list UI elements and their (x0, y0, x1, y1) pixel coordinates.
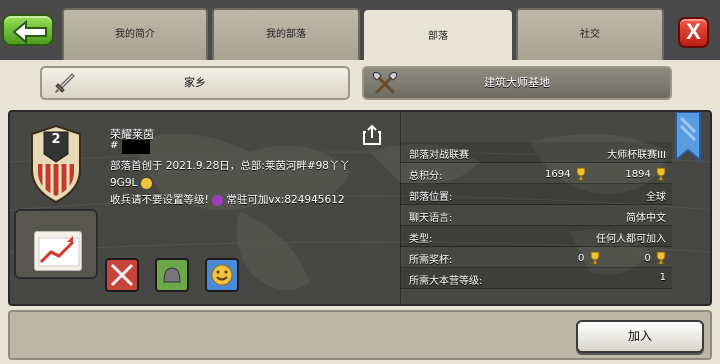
clan-description: 部落首创于 2021.9.28日，总部:莱茵河畔#98丫丫 9G9L 收兵请不要… (110, 158, 350, 209)
stat-label: 所需奖杯: (409, 255, 453, 266)
back-arrow-icon (12, 20, 47, 44)
description-line-2: 9G9L (110, 177, 138, 189)
description-line-3a: 收兵请不要设置等级! (110, 194, 209, 206)
stat-label: 总积分: (409, 171, 443, 182)
war-label-icon[interactable] (105, 258, 139, 292)
stat-label: 部落位置: (409, 192, 453, 203)
smile-emoji-icon (140, 177, 152, 189)
join-button[interactable]: 加入 (576, 320, 704, 353)
points-builder-value: 1894 (625, 169, 651, 180)
points-home: 1694 (545, 167, 588, 181)
stat-row-required-townhall: 所需大本营等级: 1 (400, 268, 672, 289)
required-trophies-builder-value: 0 (644, 253, 651, 264)
progress-graph-button[interactable] (34, 231, 82, 271)
stat-value: 简体中文 (626, 213, 666, 224)
stat-label: 聊天语言: (409, 213, 453, 224)
stat-row-location: 部落位置: 全球 (400, 184, 672, 205)
clan-tag-redaction (122, 140, 150, 154)
top-tab-bar: 我的简介 我的部落 部落 社交 X (0, 0, 720, 62)
stat-value: 全球 (646, 192, 666, 203)
stat-row-points: 总积分: 1694 1894 (400, 163, 672, 184)
required-trophies-builder: 0 (644, 251, 668, 265)
progress-graph-icon (38, 236, 80, 267)
devil-emoji-icon (212, 194, 224, 206)
stat-label: 类型: (409, 234, 433, 245)
trophy-icon (590, 251, 600, 265)
helmet-icon (163, 267, 181, 283)
description-line-3b: 常驻可加vx:824945612 (226, 194, 345, 206)
tab-social[interactable]: 社交 (516, 8, 664, 60)
points-home-value: 1694 (545, 169, 571, 180)
stat-value: 任何人都可加入 (596, 234, 666, 245)
stat-row-war-league: 部落对战联赛 大师杯联赛III (400, 142, 672, 163)
clan-tag: # (110, 140, 119, 151)
main-content: 家乡 建筑大师基地 2 荣耀莱茵 # 部落首创于 2021.9.28日，总部:莱… (0, 60, 720, 364)
close-icon: X (686, 19, 701, 44)
tab-my-clan-label: 我的部落 (266, 29, 306, 40)
clan-info-panel: 2 荣耀莱茵 # 部落首创于 2021.9.28日，总部:莱茵河畔#98丫丫 9… (8, 110, 712, 306)
share-icon[interactable] (362, 124, 382, 146)
points-builder: 1894 (625, 167, 668, 181)
subtab-home-label: 家乡 (184, 76, 206, 89)
required-trophies-home-value: 0 (578, 253, 585, 264)
subtab-home-village[interactable]: 家乡 (40, 66, 350, 100)
stat-row-required-trophies: 所需奖杯: 0 0 (400, 247, 672, 268)
smiley-face-icon (211, 264, 233, 286)
close-button[interactable]: X (678, 17, 709, 48)
swords-crossed-icon (110, 263, 134, 287)
bottom-action-bar: 加入 (8, 310, 712, 360)
friendly-label-icon[interactable] (205, 258, 239, 292)
stat-value: 大师杯联赛III (607, 150, 666, 161)
stat-row-language: 聊天语言: 简体中文 (400, 205, 672, 226)
tab-my-clan[interactable]: 我的部落 (212, 8, 360, 60)
base-label-icon[interactable] (155, 258, 189, 292)
required-trophies-home: 0 (578, 251, 602, 265)
stat-label: 部落对战联赛 (409, 150, 469, 161)
trophy-icon (576, 167, 586, 181)
trophy-icon (656, 167, 666, 181)
clan-level: 2 (51, 132, 61, 147)
trophy-icon (656, 251, 666, 265)
subtab-builder-label: 建筑大师基地 (484, 76, 550, 89)
tab-clans-label: 部落 (428, 31, 448, 42)
stat-label: 所需大本营等级: (409, 276, 483, 287)
stat-row-type: 类型: 任何人都可加入 (400, 226, 672, 247)
tab-clans[interactable]: 部落 (364, 10, 512, 62)
subtab-builder-base[interactable]: 建筑大师基地 (362, 66, 672, 100)
tab-social-label: 社交 (580, 29, 600, 40)
stat-value: 1 (659, 272, 666, 283)
tab-profile[interactable]: 我的简介 (62, 8, 208, 60)
back-button[interactable] (2, 14, 54, 46)
ribbon-icon (675, 112, 701, 162)
clan-stats-table: 部落对战联赛 大师杯联赛III 总积分: 1694 1894 部落位置: 全球 (400, 142, 672, 289)
tab-profile-label: 我的简介 (115, 29, 155, 40)
left-column: 2 (10, 112, 101, 304)
description-line-1: 部落首创于 2021.9.28日，总部:莱茵河畔#98丫丫 (110, 160, 350, 172)
progress-card (14, 209, 98, 279)
join-button-label: 加入 (627, 329, 652, 343)
